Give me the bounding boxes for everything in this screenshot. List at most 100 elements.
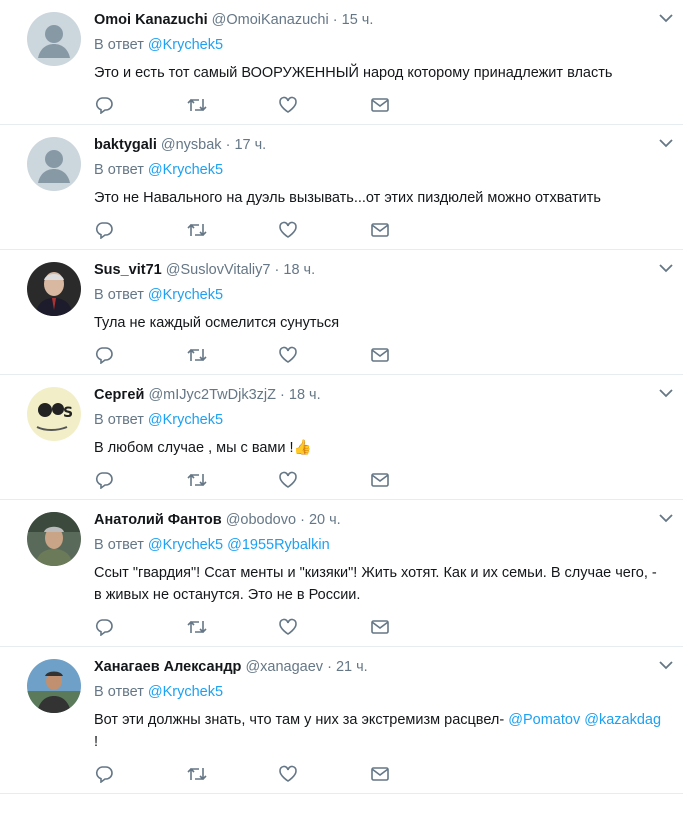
user-name[interactable]: Сергей	[94, 387, 144, 403]
reply-context: В ответ @Krychek5 @1955Rybalkin	[94, 535, 667, 555]
tweet-timestamp[interactable]: 18 ч.	[283, 262, 315, 278]
reply-mention-link[interactable]: @1955Rybalkin	[227, 537, 330, 553]
tweet-text-content: Тула не каждый осмелится сунуться	[94, 315, 340, 331]
user-name[interactable]: baktygali	[94, 137, 157, 153]
tweet-timestamp[interactable]: 21 ч.	[336, 659, 368, 675]
reply-icon[interactable]	[94, 94, 186, 116]
reply-context: В ответ @Krychek5	[94, 35, 667, 55]
user-handle[interactable]: @obodovo	[226, 512, 296, 528]
retweet-icon[interactable]	[186, 219, 278, 241]
user-handle[interactable]: @nysbak	[161, 137, 222, 153]
separator-dot: ·	[327, 659, 332, 675]
reply-icon[interactable]	[94, 219, 186, 241]
tweet-actions	[94, 608, 667, 646]
reply-prefix: В ответ	[94, 537, 144, 553]
chevron-down-icon[interactable]	[657, 11, 675, 25]
chevron-down-icon[interactable]	[657, 136, 675, 150]
tweet-header: Omoi Kanazuchi @OmoiKanazuchi · 15 ч.	[94, 10, 667, 30]
text-mention-link[interactable]: @Pomatov	[508, 712, 580, 728]
user-name[interactable]: Ханагаев Александр	[94, 659, 241, 675]
chevron-down-icon[interactable]	[657, 658, 675, 672]
like-icon[interactable]	[278, 616, 370, 638]
user-handle[interactable]: @OmoiKanazuchi	[212, 12, 329, 28]
direct-message-icon[interactable]	[370, 94, 462, 116]
separator-dot: ·	[280, 387, 285, 403]
tweet-timestamp[interactable]: 18 ч.	[289, 387, 321, 403]
reply-icon[interactable]	[94, 763, 186, 785]
tweet[interactable]: baktygali @nysbak · 17 ч. В ответ @Krych…	[0, 125, 683, 250]
direct-message-icon[interactable]	[370, 219, 462, 241]
like-icon[interactable]	[278, 763, 370, 785]
direct-message-icon[interactable]	[370, 616, 462, 638]
reply-prefix: В ответ	[94, 37, 144, 53]
chevron-down-icon[interactable]	[657, 261, 675, 275]
user-name[interactable]: Omoi Kanazuchi	[94, 12, 208, 28]
user-handle[interactable]: @xanagaev	[245, 659, 323, 675]
reply-prefix: В ответ	[94, 162, 144, 178]
reply-mention-link[interactable]: @Krychek5	[148, 37, 223, 53]
retweet-icon[interactable]	[186, 344, 278, 366]
tweet-text-content: Это не Навального на дуэль вызывать...от…	[94, 190, 601, 206]
tweet[interactable]: S Сергей @mIJyc2TwDjk3zjZ · 18 ч. В отве…	[0, 375, 683, 500]
direct-message-icon[interactable]	[370, 469, 462, 491]
retweet-icon[interactable]	[186, 616, 278, 638]
reply-icon[interactable]	[94, 469, 186, 491]
reply-prefix: В ответ	[94, 684, 144, 700]
tweet-header: Сергей @mIJyc2TwDjk3zjZ · 18 ч.	[94, 385, 667, 405]
tweet[interactable]: Sus_vit71 @SuslovVitaliy7 · 18 ч. В отве…	[0, 250, 683, 375]
tweet-text: Вот эти должны знать, что там у них за э…	[94, 709, 667, 753]
tweet-header: Анатолий Фантов @obodovo · 20 ч.	[94, 510, 667, 530]
separator-dot: ·	[274, 262, 280, 278]
separator-dot: ·	[332, 12, 338, 28]
direct-message-icon[interactable]	[370, 344, 462, 366]
avatar[interactable]	[27, 512, 81, 566]
user-name[interactable]: Анатолий Фантов	[94, 512, 222, 528]
reply-icon[interactable]	[94, 344, 186, 366]
reply-mention-link[interactable]: @Krychek5	[148, 287, 223, 303]
direct-message-icon[interactable]	[370, 763, 462, 785]
like-icon[interactable]	[278, 94, 370, 116]
retweet-icon[interactable]	[186, 763, 278, 785]
like-icon[interactable]	[278, 344, 370, 366]
retweet-icon[interactable]	[186, 94, 278, 116]
user-name[interactable]: Sus_vit71	[94, 262, 162, 278]
tweet-text: Это не Навального на дуэль вызывать...от…	[94, 187, 667, 209]
tweet-header: baktygali @nysbak · 17 ч.	[94, 135, 667, 155]
tweet-text-content: Вот эти должны знать, что там у них за э…	[94, 712, 509, 728]
avatar[interactable]	[27, 12, 81, 66]
tweet-text: Тула не каждый осмелится сунуться	[94, 312, 667, 334]
reply-icon[interactable]	[94, 616, 186, 638]
reply-mention-link[interactable]: @Krychek5	[148, 412, 223, 428]
tweet-timestamp[interactable]: 17 ч.	[234, 137, 266, 153]
separator-dot: ·	[225, 137, 231, 153]
tweet-feed: Omoi Kanazuchi @OmoiKanazuchi · 15 ч. В …	[0, 0, 683, 794]
like-icon[interactable]	[278, 219, 370, 241]
avatar[interactable]	[27, 137, 81, 191]
tweet-timestamp[interactable]: 20 ч.	[309, 512, 341, 528]
reply-mention-link[interactable]: @Krychek5	[148, 162, 223, 178]
chevron-down-icon[interactable]	[657, 386, 675, 400]
tweet-actions	[94, 755, 667, 793]
like-icon[interactable]	[278, 469, 370, 491]
reply-prefix: В ответ	[94, 287, 144, 303]
tweet[interactable]: Ханагаев Александр @xanagaev · 21 ч. В о…	[0, 647, 683, 794]
avatar[interactable]	[27, 262, 81, 316]
tweet[interactable]: Анатолий Фантов @obodovo · 20 ч. В ответ…	[0, 500, 683, 647]
retweet-icon[interactable]	[186, 469, 278, 491]
reply-mention-link[interactable]: @Krychek5	[148, 684, 223, 700]
reply-mention-link[interactable]: @Krychek5	[148, 537, 223, 553]
tweet-actions	[94, 211, 667, 249]
tweet-text-content: Это и есть тот самый ВООРУЖЕННЫЙ народ к…	[94, 65, 613, 81]
avatar[interactable]	[27, 659, 81, 713]
reply-prefix: В ответ	[94, 412, 144, 428]
tweet-timestamp[interactable]: 15 ч.	[342, 12, 374, 28]
tweet[interactable]: Omoi Kanazuchi @OmoiKanazuchi · 15 ч. В …	[0, 0, 683, 125]
chevron-down-icon[interactable]	[657, 511, 675, 525]
user-handle[interactable]: @mIJyc2TwDjk3zjZ	[148, 387, 276, 403]
text-mention-link[interactable]: @kazakdag	[584, 712, 661, 728]
reply-context: В ответ @Krychek5	[94, 160, 667, 180]
separator-dot: ·	[300, 512, 305, 528]
tweet-actions	[94, 86, 667, 124]
avatar[interactable]: S	[27, 387, 81, 441]
user-handle[interactable]: @SuslovVitaliy7	[166, 262, 271, 278]
